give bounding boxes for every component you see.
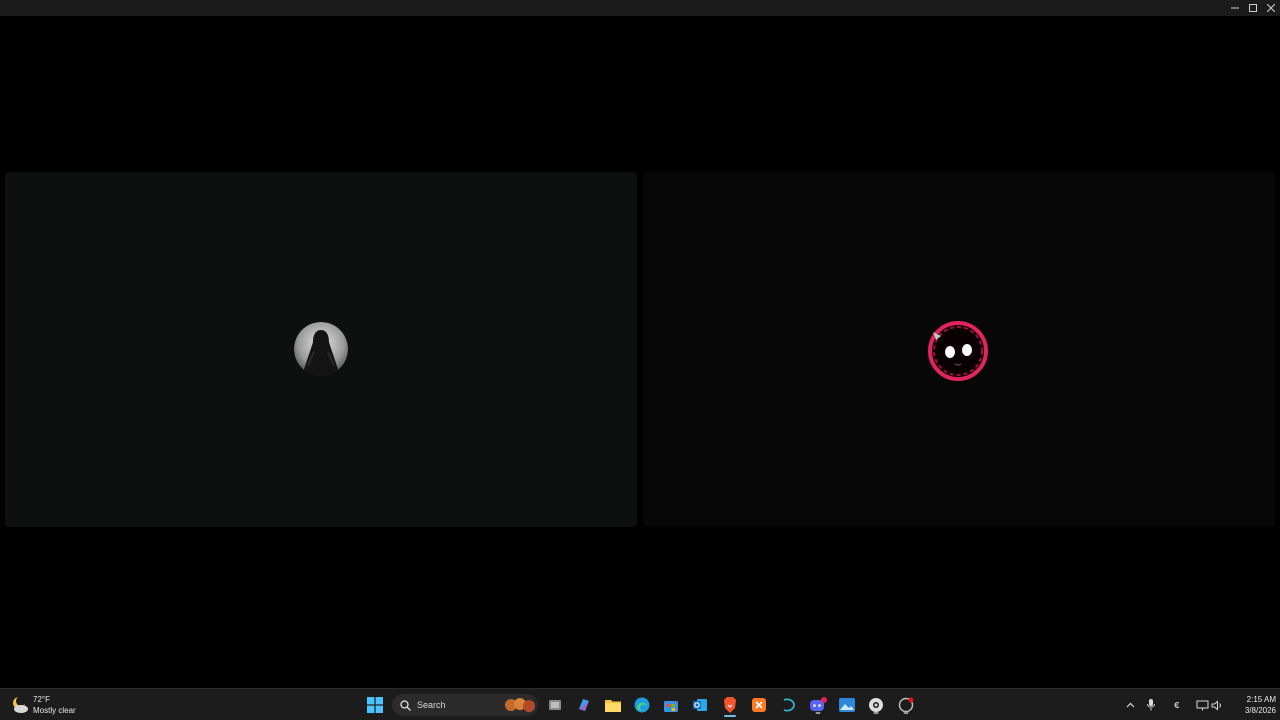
taskbar-clock[interactable]: 2:15 AM 3/8/2026 bbox=[1230, 694, 1276, 716]
terminal-icon[interactable] bbox=[779, 695, 799, 715]
microsoft-store-icon[interactable] bbox=[661, 695, 681, 715]
weather-widget[interactable]: 72°F Mostly clear bbox=[10, 693, 76, 717]
discord-icon[interactable] bbox=[808, 695, 828, 715]
chevron-up-icon[interactable] bbox=[1122, 695, 1138, 715]
red-glitch-smiley-avatar bbox=[927, 320, 989, 382]
steam-icon[interactable] bbox=[866, 695, 886, 715]
volume-icon[interactable] bbox=[1209, 695, 1225, 715]
moon-cloud-icon bbox=[13, 696, 28, 713]
clock-date: 3/8/2026 bbox=[1244, 706, 1276, 715]
photos-icon[interactable] bbox=[837, 695, 857, 715]
ms-teams-icon[interactable] bbox=[896, 695, 916, 715]
running-indicator bbox=[873, 712, 879, 714]
weather-temperature: 72°F bbox=[33, 695, 50, 704]
search-highlight-art-icon bbox=[505, 698, 535, 712]
brave-icon[interactable] bbox=[720, 695, 740, 717]
file-explorer-icon[interactable] bbox=[603, 695, 623, 715]
network-icon[interactable] bbox=[1194, 695, 1210, 715]
search-label: Search bbox=[417, 700, 446, 710]
keyboard-layout-icon[interactable] bbox=[1169, 695, 1185, 715]
participant-tile-left[interactable] bbox=[5, 172, 637, 527]
running-indicator bbox=[903, 712, 909, 714]
running-indicator bbox=[815, 712, 821, 714]
task-view-icon[interactable] bbox=[545, 695, 565, 715]
weather-condition: Mostly clear bbox=[33, 706, 76, 715]
close-icon[interactable] bbox=[1262, 0, 1280, 16]
taskbar-search[interactable]: Search bbox=[392, 694, 538, 716]
microphone-icon[interactable] bbox=[1143, 695, 1159, 715]
call-stage bbox=[0, 16, 1280, 688]
windows-start-icon[interactable] bbox=[365, 695, 385, 715]
long-haired-figure-avatar bbox=[294, 322, 348, 376]
active-indicator bbox=[724, 715, 736, 717]
participant-tile-right[interactable] bbox=[643, 172, 1275, 527]
window-titlebar bbox=[0, 0, 1280, 16]
edge-icon[interactable] bbox=[632, 695, 652, 715]
copilot-m365-icon[interactable] bbox=[574, 695, 594, 715]
maximize-icon[interactable] bbox=[1244, 0, 1262, 16]
taskbar: 72°F Mostly clear Search 2:15 AM 3/8/202… bbox=[0, 688, 1280, 720]
xampp-icon[interactable] bbox=[749, 695, 769, 715]
outlook-icon[interactable] bbox=[690, 695, 710, 715]
clock-time: 2:15 AM bbox=[1246, 695, 1276, 704]
search-icon bbox=[400, 699, 411, 711]
minimize-icon[interactable] bbox=[1226, 0, 1244, 16]
